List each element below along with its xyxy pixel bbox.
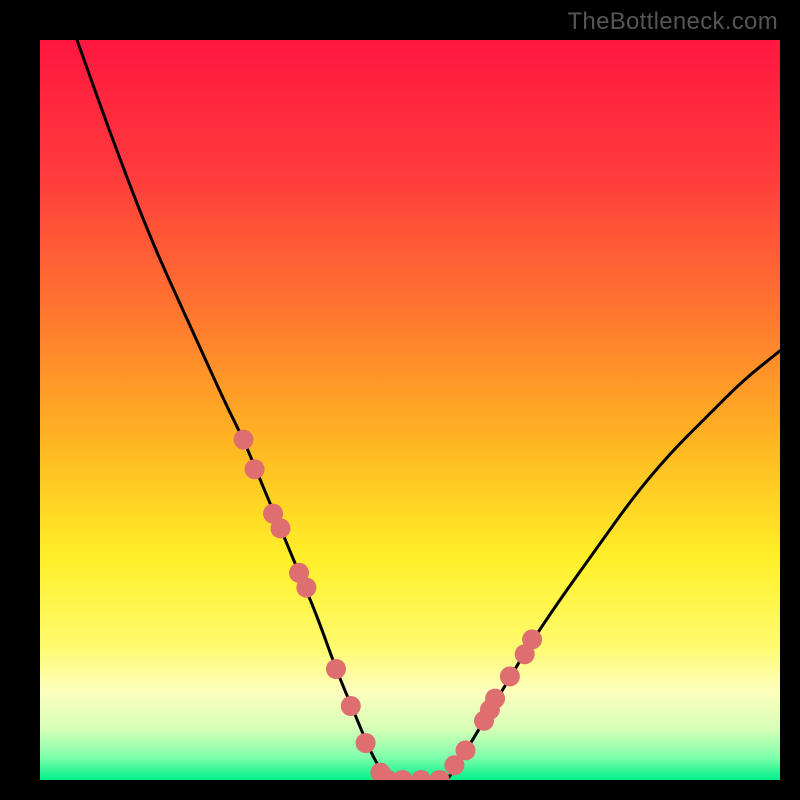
chart-svg — [40, 40, 780, 780]
gradient-background — [40, 40, 780, 780]
outer-frame: TheBottleneck.com — [0, 0, 800, 800]
chart-plot-area — [40, 40, 780, 780]
watermark-text: TheBottleneck.com — [567, 8, 778, 36]
